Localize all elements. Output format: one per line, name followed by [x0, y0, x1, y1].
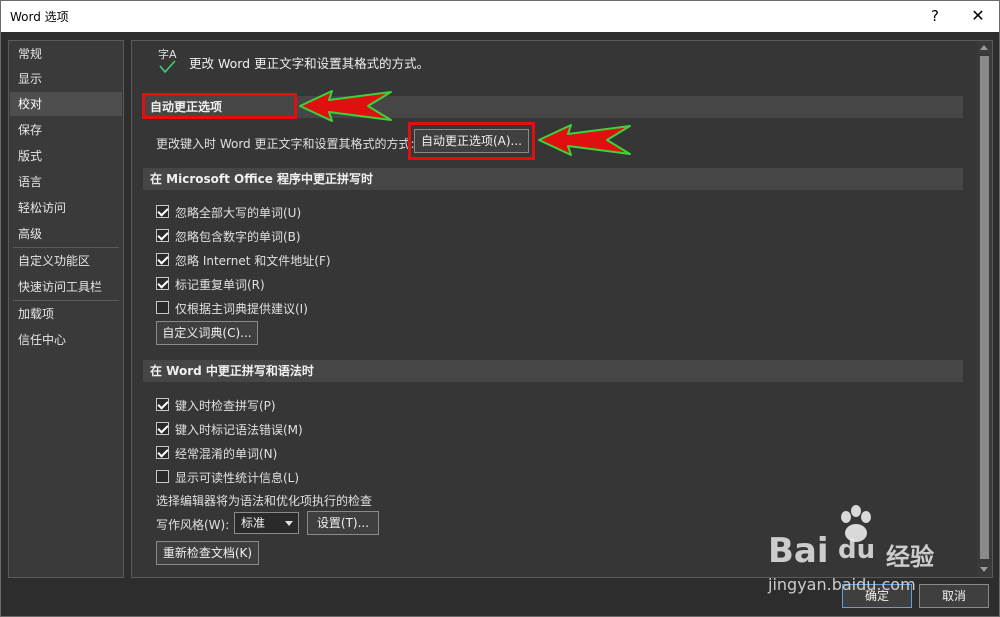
checkbox-label: 显示可读性统计信息(L) — [175, 471, 300, 485]
recheck-document-button[interactable]: 重新检查文档(K) — [156, 541, 259, 565]
red-arrow-icon — [538, 124, 631, 156]
red-arrow-icon — [299, 90, 392, 122]
sidebar-divider — [13, 247, 119, 248]
section-header-office-spelling: 在 Microsoft Office 程序中更正拼写时 — [143, 168, 963, 190]
sidebar-divider — [13, 300, 119, 301]
editor-note: 选择编辑器将为语法和优化项执行的检查 — [156, 494, 373, 508]
watermark-du: du — [838, 535, 876, 565]
sidebar: 常规 显示 校对 保存 版式 语言 轻松访问 高级 自定义功能区 快速访问工具栏… — [8, 40, 124, 578]
checkbox-ignore-uppercase[interactable] — [156, 205, 169, 218]
watermark-brand: Bai — [768, 531, 829, 571]
title-bar: Word 选项 ? ✕ — [0, 0, 1000, 32]
checkbox-label: 仅根据主词典提供建议(I) — [175, 302, 308, 316]
checkbox-label: 键入时检查拼写(P) — [175, 399, 276, 413]
sidebar-item-add-ins[interactable]: 加载项 — [10, 302, 122, 326]
checkbox-label: 标记重复单词(R) — [175, 278, 265, 292]
writing-style-value: 标准 — [241, 516, 266, 530]
checkbox-label: 忽略包含数字的单词(B) — [175, 230, 301, 244]
custom-dictionaries-button[interactable]: 自定义词典(C)... — [156, 321, 258, 345]
sidebar-item-advanced[interactable]: 高级 — [10, 222, 122, 246]
chevron-down-icon — [285, 521, 293, 526]
window-title: Word 选项 — [10, 10, 69, 24]
sidebar-item-display[interactable]: 显示 — [10, 67, 122, 91]
page-description: 更改 Word 更正文字和设置其格式的方式。 — [189, 56, 430, 71]
sidebar-item-quick-access-toolbar[interactable]: 快速访问工具栏 — [10, 275, 122, 299]
help-button[interactable]: ? — [923, 4, 947, 28]
checkbox-ignore-numbers[interactable] — [156, 229, 169, 242]
sidebar-item-language[interactable]: 语言 — [10, 170, 122, 194]
sidebar-item-proofing[interactable]: 校对 — [10, 92, 122, 116]
checkbox-main-dictionary-only[interactable] — [156, 301, 169, 314]
close-button[interactable]: ✕ — [961, 3, 995, 29]
scrollbar[interactable] — [977, 41, 992, 577]
checkbox-flag-repeated[interactable] — [156, 277, 169, 290]
scroll-up-icon[interactable] — [980, 45, 988, 50]
sidebar-item-customize-ribbon[interactable]: 自定义功能区 — [10, 249, 122, 273]
writing-style-label: 写作风格(W): — [156, 518, 230, 532]
scroll-thumb[interactable] — [980, 56, 989, 559]
sidebar-item-layout[interactable]: 版式 — [10, 144, 122, 168]
sidebar-item-accessibility[interactable]: 轻松访问 — [10, 196, 122, 220]
sidebar-item-general[interactable]: 常规 — [10, 42, 122, 66]
checkbox-ignore-internet[interactable] — [156, 253, 169, 266]
autocorrect-description: 更改键入时 Word 更正文字和设置其格式的方式: — [156, 137, 415, 151]
settings-button[interactable]: 设置(T)... — [307, 511, 379, 535]
checkbox-confused-words[interactable] — [156, 446, 169, 459]
watermark-suffix: 经验 — [886, 543, 934, 571]
highlight-box-section — [142, 93, 297, 119]
scroll-down-icon[interactable] — [980, 567, 988, 572]
proofing-icon: 字A — [158, 46, 180, 74]
checkmark-icon — [159, 60, 176, 74]
writing-style-select[interactable]: 标准 — [234, 512, 299, 534]
checkbox-label: 忽略 Internet 和文件地址(F) — [175, 254, 331, 268]
sidebar-item-save[interactable]: 保存 — [10, 118, 122, 142]
checkbox-mark-grammar[interactable] — [156, 422, 169, 435]
watermark-url: jingyan.baidu.com — [768, 575, 916, 594]
section-header-word-grammar: 在 Word 中更正拼写和语法时 — [143, 360, 963, 382]
checkbox-label: 键入时标记语法错误(M) — [175, 423, 303, 437]
checkbox-label: 忽略全部大写的单词(U) — [175, 206, 302, 220]
sidebar-item-trust-center[interactable]: 信任中心 — [10, 328, 122, 352]
highlight-box-button — [408, 122, 535, 160]
checkbox-readability-stats[interactable] — [156, 470, 169, 483]
baidu-watermark: Bai du 经验 jingyan.baidu.com — [768, 505, 948, 600]
checkbox-check-spelling[interactable] — [156, 398, 169, 411]
checkbox-label: 经常混淆的单词(N) — [175, 447, 278, 461]
